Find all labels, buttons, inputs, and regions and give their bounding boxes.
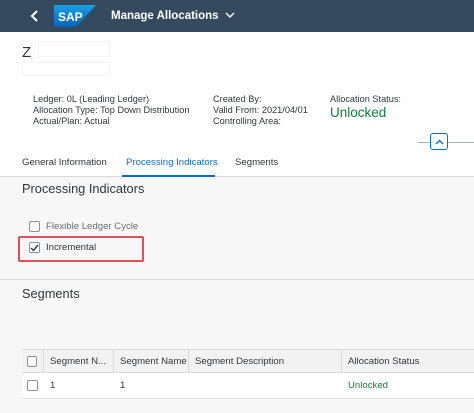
tab-segments[interactable]: Segments bbox=[235, 157, 278, 168]
column-header-segment-name[interactable]: Segment Name bbox=[114, 350, 189, 372]
select-all-checkbox[interactable] bbox=[27, 355, 37, 367]
section-divider bbox=[0, 279, 474, 280]
sap-logo[interactable]: SAP bbox=[54, 5, 96, 27]
allocation-status-cell: Unlocked bbox=[348, 380, 388, 391]
back-icon[interactable] bbox=[22, 0, 48, 32]
collapse-header-button[interactable] bbox=[430, 133, 448, 150]
processing-indicators-title: Processing Indicators bbox=[22, 181, 145, 196]
valid-from-attribute: Valid From: 2021/04/01 bbox=[213, 105, 308, 115]
chevron-down-icon[interactable] bbox=[225, 11, 235, 22]
header-attributes-col2: Created By: Valid From: 2021/04/01 Contr… bbox=[213, 94, 308, 127]
header-attributes-col3: Allocation Status: Unlocked bbox=[330, 94, 401, 121]
segment-number-cell: 1 bbox=[50, 380, 56, 391]
controlling-area-attribute: Controlling Area: bbox=[213, 116, 281, 126]
allocation-status-label: Allocation Status: bbox=[330, 94, 401, 104]
highlight-annotation-box bbox=[18, 236, 144, 262]
app-title[interactable]: Manage Allocations bbox=[111, 10, 219, 22]
sap-logo-text: SAP bbox=[58, 10, 83, 24]
shell-bar: SAP Manage Allocations bbox=[0, 0, 474, 32]
tab-bar: General Information Processing Indicator… bbox=[0, 150, 474, 177]
row-select-cell bbox=[22, 373, 44, 398]
redacted-subtitle-block bbox=[22, 62, 110, 76]
tab-general-information[interactable]: General Information bbox=[22, 157, 107, 168]
segment-name-cell: 1 bbox=[120, 380, 126, 391]
object-title: Z bbox=[22, 44, 32, 61]
flexible-ledger-cycle-label: Flexible Ledger Cycle bbox=[46, 221, 139, 232]
object-header: Z Ledger: 0L (Leading Ledger) Allocation… bbox=[0, 32, 474, 177]
table-header: Segment N... Segment Name Segment Descri… bbox=[22, 349, 474, 373]
segment-description-cell bbox=[189, 373, 342, 398]
allocation-type-attribute: Allocation Type: Top Down Distribution bbox=[33, 105, 190, 115]
flexible-ledger-cycle-row[interactable]: Flexible Ledger Cycle bbox=[29, 221, 138, 232]
created-by-attribute: Created By: bbox=[213, 94, 262, 104]
ledger-attribute: Ledger: 0L (Leading Ledger) bbox=[33, 94, 150, 104]
chevron-up-icon bbox=[435, 139, 443, 144]
column-header-segment-number[interactable]: Segment N... bbox=[44, 350, 114, 372]
redacted-title-block bbox=[38, 41, 110, 57]
select-all-cell bbox=[22, 350, 44, 372]
table-row[interactable]: 1 1 Unlocked bbox=[22, 373, 474, 399]
segments-title: Segments bbox=[22, 286, 80, 301]
actual-plan-attribute: Actual/Plan: Actual bbox=[33, 116, 110, 126]
row-checkbox[interactable] bbox=[27, 380, 38, 391]
tab-processing-indicators[interactable]: Processing Indicators bbox=[126, 157, 218, 168]
active-tab-indicator bbox=[122, 175, 215, 177]
header-attributes-col1: Ledger: 0L (Leading Ledger) Allocation T… bbox=[33, 94, 189, 127]
flexible-ledger-cycle-checkbox[interactable] bbox=[29, 221, 40, 232]
allocation-status-value: Unlocked bbox=[330, 105, 387, 120]
column-header-segment-description[interactable]: Segment Description bbox=[189, 350, 342, 372]
column-header-allocation-status[interactable]: Allocation Status bbox=[342, 350, 474, 372]
